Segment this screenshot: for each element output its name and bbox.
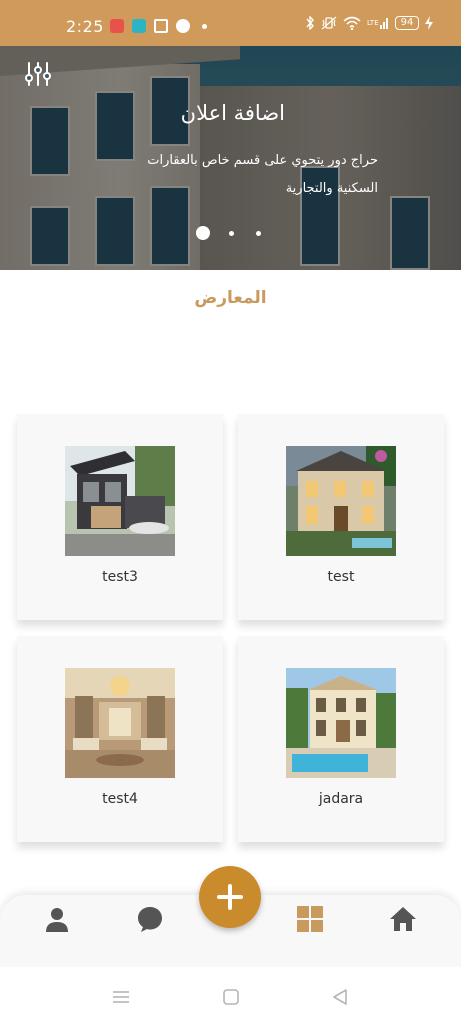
add-button[interactable] [199,866,261,928]
listing-name: test3 [102,569,138,585]
status-time: 2:25 [66,17,104,36]
map-pin-app-icon [176,19,190,33]
listing-card[interactable]: jadara [238,636,444,842]
home-button-icon[interactable] [221,987,241,1007]
message-app-icon [132,19,146,33]
carousel-dot-2[interactable] [229,231,234,236]
status-bar: 2:25 LTE 94 [0,0,461,46]
music-app-icon [110,19,124,33]
vibrate-icon [321,16,337,30]
profile-icon[interactable] [43,905,71,933]
home-icon[interactable] [389,905,417,933]
bluetooth-icon [306,16,314,30]
listing-image [65,446,175,556]
listing-name: test [327,569,355,585]
hero-banner[interactable]: اضافة اعلان حراج دور يتحوي على قسم خاص ب… [0,46,461,270]
listing-card[interactable]: test4 [17,636,223,842]
charging-icon [425,16,433,30]
recent-apps-icon[interactable] [111,987,131,1007]
carousel-dot-3[interactable] [256,231,261,236]
chat-icon[interactable] [136,905,164,933]
listing-image [65,668,175,778]
signal-icon: LTE [367,18,388,29]
battery-icon: 94 [395,16,419,30]
hero-title: اضافة اعلان [180,101,285,125]
listing-card[interactable]: test3 [17,414,223,620]
notification-dot [202,24,207,29]
hero-subtitle: حراج دور يتحوي على قسم خاص بالعقارات الس… [147,153,378,196]
listing-card[interactable]: test [238,414,444,620]
listing-name: test4 [102,791,138,807]
section-title: المعارض [194,288,267,308]
back-icon[interactable] [330,987,350,1007]
listing-image [286,668,396,778]
status-icons: LTE 94 [305,16,433,30]
listing-name: jadara [318,791,364,807]
wifi-icon [343,16,361,30]
listing-image [286,446,396,556]
svg-text:LTE: LTE [367,19,379,27]
grid-icon[interactable] [296,905,324,933]
news-app-icon [154,19,168,33]
system-nav-bar [0,967,461,1024]
filter-sliders-icon[interactable] [24,60,52,88]
carousel-dot-1[interactable] [196,226,210,240]
